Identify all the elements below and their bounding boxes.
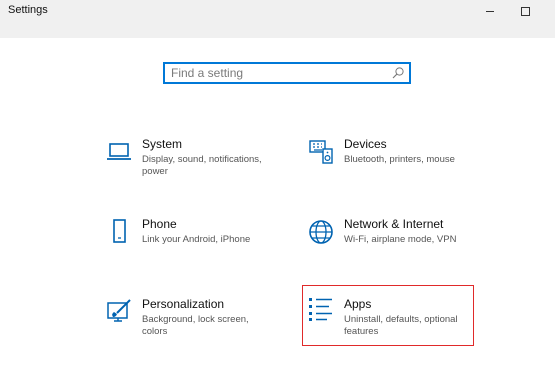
globe-icon xyxy=(309,220,333,244)
search-icon[interactable] xyxy=(391,66,405,80)
paint-brush-icon xyxy=(107,299,131,322)
search-box[interactable] xyxy=(163,62,411,84)
window-title: Settings xyxy=(8,4,48,16)
category-description: Display, sound, notifications, power xyxy=(142,154,262,177)
category-description: Bluetooth, printers, mouse xyxy=(344,154,455,165)
category-apps[interactable]: Apps Uninstall, defaults, optional featu… xyxy=(302,285,474,346)
category-description: Wi-Fi, airplane mode, VPN xyxy=(344,234,457,245)
category-devices[interactable]: Devices Bluetooth, printers, mouse xyxy=(304,137,474,199)
apps-list-icon xyxy=(309,298,332,321)
devices-icon xyxy=(309,140,333,164)
category-network-internet[interactable]: Network & Internet Wi-Fi, airplane mode,… xyxy=(304,217,474,279)
minimize-icon xyxy=(486,10,494,12)
maximize-button[interactable] xyxy=(508,0,542,22)
category-system[interactable]: System Display, sound, notifications, po… xyxy=(102,137,272,199)
category-name: Network & Internet xyxy=(344,217,444,231)
search-input[interactable] xyxy=(171,65,381,81)
minimize-button[interactable] xyxy=(473,0,507,22)
phone-icon xyxy=(113,219,126,243)
category-name: Personalization xyxy=(142,297,225,311)
category-name: System xyxy=(142,137,183,151)
category-name: Apps xyxy=(344,297,372,311)
title-bar: Settings xyxy=(0,0,555,38)
category-description: Uninstall, defaults, optional features xyxy=(344,314,458,337)
category-description: Link your Android, iPhone xyxy=(142,234,251,245)
category-name: Devices xyxy=(344,137,387,151)
maximize-icon xyxy=(520,6,530,16)
category-phone[interactable]: Phone Link your Android, iPhone xyxy=(102,217,272,279)
category-description: Background, lock screen, colors xyxy=(142,314,249,337)
category-personalization[interactable]: Personalization Background, lock screen,… xyxy=(102,297,272,359)
category-name: Phone xyxy=(142,217,177,231)
laptop-icon xyxy=(107,143,131,160)
